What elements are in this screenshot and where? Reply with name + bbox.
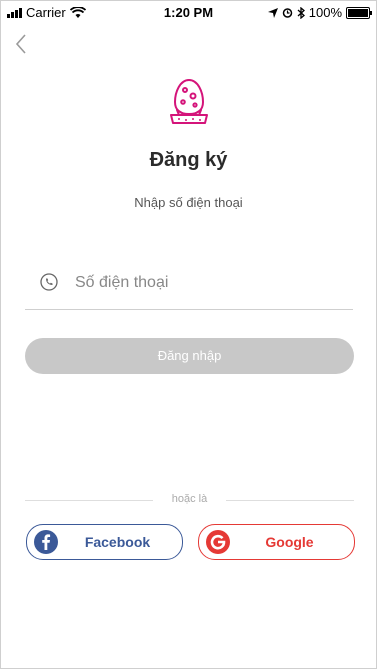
phone-field — [25, 261, 353, 310]
phone-input[interactable] — [73, 269, 347, 297]
status-bar: Carrier 1:20 PM 100% — [1, 1, 376, 23]
divider-text: hoặc là — [171, 493, 208, 505]
bluetooth-icon — [297, 6, 305, 19]
page-title: Đăng ký — [149, 149, 228, 171]
google-label: Google — [265, 534, 314, 550]
google-icon — [206, 530, 230, 554]
battery-percent: 100% — [308, 5, 342, 20]
or-divider: hoặc là — [25, 493, 354, 507]
facebook-login-button[interactable]: Facebook — [26, 524, 183, 560]
google-login-button[interactable]: Google — [198, 524, 355, 560]
alarm-icon — [282, 8, 292, 18]
facebook-label: Facebook — [84, 534, 151, 550]
egg-logo-icon — [170, 79, 208, 124]
location-icon — [267, 7, 278, 18]
app-screen: Carrier 1:20 PM 100% Đăng ký Nhập số điệ… — [0, 0, 377, 669]
page-subtitle: Nhập số điện thoại — [134, 195, 243, 210]
battery-icon — [346, 6, 372, 19]
login-button[interactable]: Đăng nhập — [25, 338, 354, 374]
divider-line-right — [226, 500, 354, 501]
status-right: 100% — [267, 5, 372, 20]
facebook-icon — [34, 530, 58, 554]
back-chevron-icon[interactable] — [11, 31, 33, 57]
phone-icon — [40, 273, 58, 291]
